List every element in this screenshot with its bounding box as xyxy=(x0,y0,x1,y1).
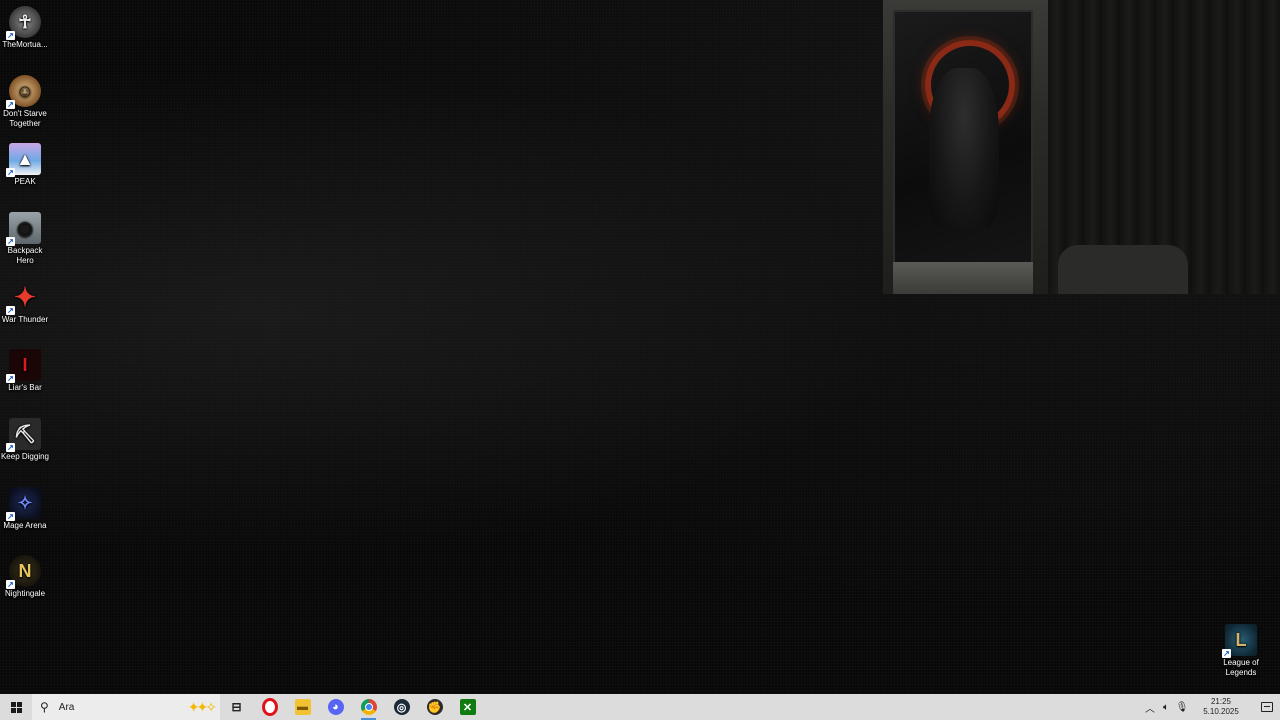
shortcut-arrow-icon: ↗ xyxy=(6,31,15,40)
desktop-icon-dont-starve-together[interactable]: ☺ ↗ Don't Starve Together xyxy=(0,75,50,129)
webcam-overlay-image xyxy=(883,0,1280,294)
start-button[interactable] xyxy=(0,694,32,720)
desktop-icon-label: Keep Digging xyxy=(0,452,50,461)
folder-icon: ▬ xyxy=(294,699,311,715)
desktop-icon-label: War Thunder xyxy=(1,315,49,324)
desktop-icon-war-thunder[interactable]: ✦ ↗ War Thunder xyxy=(0,281,50,325)
taskbar-riot-client-button[interactable]: ✊ xyxy=(418,694,451,720)
windows-logo-icon xyxy=(10,701,22,713)
desktop-icon-label: Backpack Hero xyxy=(7,246,43,265)
microphone-icon: 🎙︎ xyxy=(1175,701,1189,713)
liars-bar-icon: I ↗ xyxy=(6,349,41,383)
shortcut-arrow-icon: ↗ xyxy=(6,168,15,177)
desktop-icon-label: Don't Starve Together xyxy=(3,109,47,128)
clock-date: 5.10.2025 xyxy=(1203,707,1239,716)
chrome-icon xyxy=(360,699,377,715)
microphone-button[interactable]: 🎙︎ xyxy=(1174,694,1190,720)
dont-starve-together-icon: ☺ ↗ xyxy=(6,75,41,109)
chair xyxy=(1058,245,1188,294)
poster-knight-figure xyxy=(929,68,999,228)
desktop-icon-label: Liar's Bar xyxy=(8,383,42,392)
shortcut-arrow-icon: ↗ xyxy=(1222,649,1231,658)
desktop-icon-label: PEAK xyxy=(14,177,36,186)
show-hidden-icons-button[interactable]: ︿ xyxy=(1142,694,1158,720)
shortcut-arrow-icon: ↗ xyxy=(6,374,15,383)
desktop-icon-label: TheMortua... xyxy=(2,40,48,49)
shortcut-arrow-icon: ↗ xyxy=(6,443,15,452)
desktop-icon-backpack-hero[interactable]: ◉ ↗ Backpack Hero xyxy=(0,212,50,266)
peak-icon: ▲ ↗ xyxy=(6,143,41,177)
taskbar-discord-button[interactable]: ◕ xyxy=(319,694,352,720)
desktop-icon-mage-arena[interactable]: ✧ ↗ Mage Arena xyxy=(0,487,50,531)
task-view-icon: ⊟ xyxy=(231,700,242,714)
taskbar-steam-button[interactable]: ◎ xyxy=(385,694,418,720)
desktop-icon-peak[interactable]: ▲ ↗ PEAK xyxy=(0,143,50,187)
desktop[interactable]: ☥ ↗ TheMortua... ☺ ↗ Don't Starve Together… xyxy=(0,0,1280,694)
mortuary-assistant-icon: ☥ ↗ xyxy=(6,6,41,40)
search-icon: ⚲ xyxy=(40,700,49,714)
shelf xyxy=(893,262,1033,294)
league-of-legends-icon: L ↗ xyxy=(1222,624,1257,658)
desktop-icon-league-of-legends[interactable]: L ↗ League of Legends xyxy=(1216,624,1266,678)
steam-icon: ◎ xyxy=(393,699,410,715)
taskbar: ⚲ Ara ✦✦✧ ⊟ ▬ ◕ ◎ ✊ ✕ ︿ 🔈︎ 🎙︎ 21:25 5.10… xyxy=(0,694,1280,720)
riot-icon: ✊ xyxy=(426,699,443,715)
search-placeholder: Ara xyxy=(58,701,75,713)
taskbar-chrome-button[interactable] xyxy=(352,694,385,720)
discord-icon: ◕ xyxy=(327,699,344,715)
war-thunder-icon: ✦ ↗ xyxy=(6,282,36,315)
shortcut-arrow-icon: ↗ xyxy=(6,580,15,589)
desktop-icon-keep-digging[interactable]: ⛏ ↗ Keep Digging xyxy=(0,418,50,462)
search-highlight-icon: ✦✦✧ xyxy=(187,699,217,715)
backpack-hero-icon: ◉ ↗ xyxy=(6,212,41,246)
taskbar-clock[interactable]: 21:25 5.10.2025 xyxy=(1196,697,1246,717)
shortcut-arrow-icon: ↗ xyxy=(6,237,15,246)
desktop-icon-nightingale[interactable]: N ↗ Nightingale xyxy=(0,555,50,599)
volume-button[interactable]: 🔈︎ xyxy=(1158,694,1174,720)
taskbar-file-explorer-button[interactable]: ▬ xyxy=(286,694,319,720)
clock-time: 21:25 xyxy=(1210,697,1232,706)
notification-center-button[interactable] xyxy=(1254,694,1280,720)
desktop-icon-label: Nightingale xyxy=(4,589,46,598)
desktop-icon-label: Mage Arena xyxy=(3,521,47,530)
shortcut-arrow-icon: ↗ xyxy=(6,512,15,521)
opera-icon xyxy=(261,698,278,716)
desktop-icon-label: League of Legends xyxy=(1223,658,1259,677)
taskbar-search-box[interactable]: ⚲ Ara ✦✦✧ xyxy=(32,694,220,720)
task-view-button[interactable]: ⊟ xyxy=(220,694,253,720)
keep-digging-icon: ⛏ ↗ xyxy=(6,418,41,452)
desktop-icon-liars-bar[interactable]: I ↗ Liar's Bar xyxy=(0,349,50,393)
notification-icon xyxy=(1261,702,1273,712)
shortcut-arrow-icon: ↗ xyxy=(6,100,15,109)
taskbar-xbox-button[interactable]: ✕ xyxy=(451,694,484,720)
desktop-icon-the-mortuary-assistant[interactable]: ☥ ↗ TheMortua... xyxy=(0,6,50,50)
nightingale-icon: N ↗ xyxy=(6,555,41,589)
shortcut-arrow-icon: ↗ xyxy=(6,306,15,315)
system-tray: ︿ 🔈︎ 🎙︎ 21:25 5.10.2025 xyxy=(1142,694,1280,720)
poster xyxy=(893,10,1033,264)
mage-arena-icon: ✧ ↗ xyxy=(6,487,41,521)
chevron-up-icon: ︿ xyxy=(1145,703,1155,715)
speaker-icon: 🔈︎ xyxy=(1163,701,1169,713)
xbox-icon: ✕ xyxy=(459,699,476,715)
taskbar-opera-button[interactable] xyxy=(253,694,286,720)
